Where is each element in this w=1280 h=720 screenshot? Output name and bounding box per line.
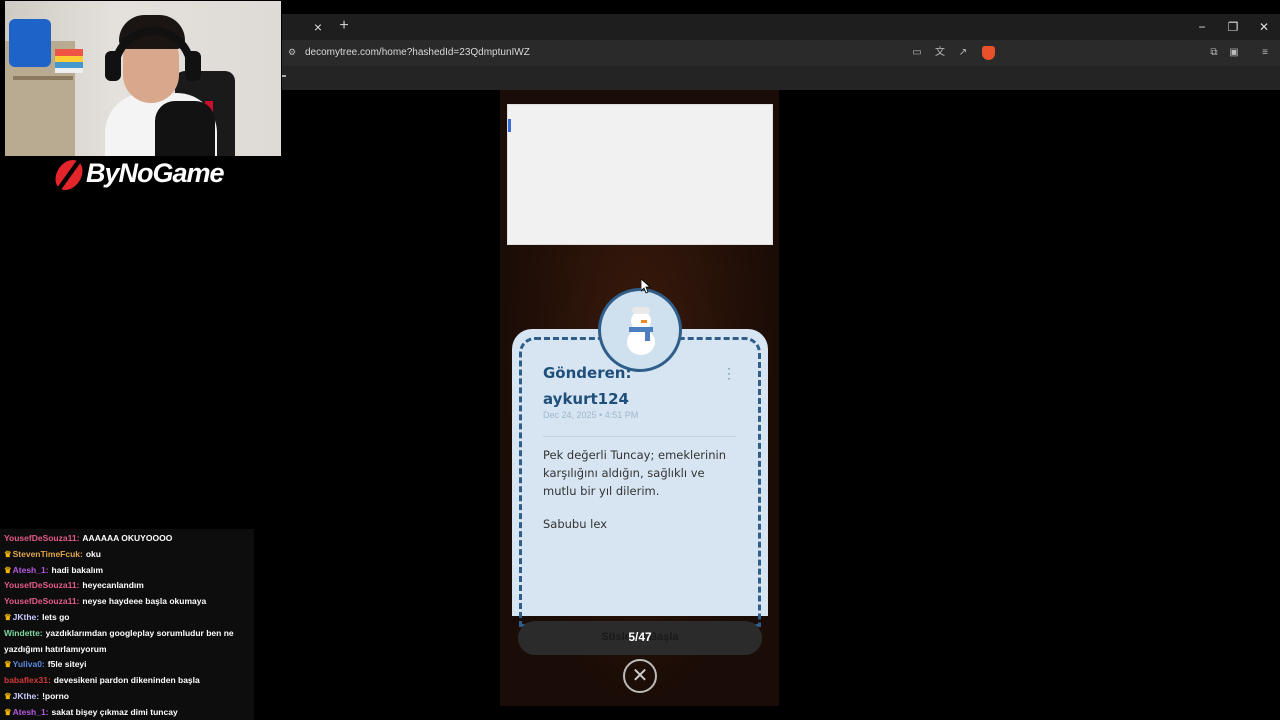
chat-username[interactable]: Atesh_1: xyxy=(13,707,49,717)
url-text[interactable]: decomytree.com/home?hashedId=23QdmptunIW… xyxy=(305,47,530,58)
mouse-pointer-icon xyxy=(641,279,652,294)
chat-username[interactable]: StevenTimeFcuk: xyxy=(13,549,83,559)
webcam-books xyxy=(55,49,83,73)
chat-text: heyecanlandım xyxy=(82,580,144,591)
chat-username[interactable]: YousefDeSouza11: xyxy=(4,533,79,543)
new-tab-icon[interactable]: + xyxy=(336,18,352,34)
chat-message: babaflex31: devesikeni pardon dikeninden … xyxy=(4,673,250,689)
crown-badge-icon: ♛ xyxy=(4,706,12,717)
snowman-hat xyxy=(632,307,650,314)
chat-text: !porno xyxy=(42,690,69,701)
text-caret xyxy=(508,119,511,132)
webcam-water-jug xyxy=(9,19,51,67)
crown-badge-icon: ♛ xyxy=(4,659,12,670)
wallet-icon[interactable]: ▣ xyxy=(1227,46,1241,60)
chat-text: oku xyxy=(85,548,101,559)
chat-message: ♛JKthe: !porno xyxy=(4,689,250,705)
chat-message: YousefDeSouza11: AAAAAA OKUYOOOO xyxy=(4,531,250,547)
brave-shields-icon[interactable] xyxy=(982,46,995,60)
message-counter: 5/47 xyxy=(628,630,652,644)
chat-text: hadi bakalım xyxy=(51,564,104,575)
chat-message: Windette: yazdıklarımdan googleplay sorum… xyxy=(4,626,250,658)
minimize-icon[interactable]: − xyxy=(1192,18,1212,36)
chat-text: lets go xyxy=(42,611,70,622)
chat-username[interactable]: Atesh_1: xyxy=(13,565,49,575)
bookmarks-bar xyxy=(282,66,1280,90)
close-tab-icon[interactable]: × xyxy=(310,19,326,35)
sender-label: Gönderen: xyxy=(543,364,632,382)
chat-username[interactable]: Yuliva0: xyxy=(13,659,45,669)
chat-text: f5le siteyi xyxy=(47,659,87,670)
crown-badge-icon: ♛ xyxy=(4,548,12,559)
chat-text: neyse haydeee başla okumaya xyxy=(82,596,207,607)
chat-username[interactable]: JKthe: xyxy=(13,612,39,622)
cast-icon[interactable]: ▭ xyxy=(910,46,924,60)
site-settings-icon[interactable]: ⚙ xyxy=(288,47,298,57)
close-icon[interactable]: ✕ xyxy=(623,659,657,693)
chat-text: devesikeni pardon dikeninden başla xyxy=(53,675,200,686)
restore-icon[interactable]: ❐ xyxy=(1223,18,1243,36)
chat-username[interactable]: YousefDeSouza11: xyxy=(4,580,79,590)
chat-message: ♛JKthe: lets go xyxy=(4,610,250,626)
chat-message: ♛StevenTimeFcuk: oku xyxy=(4,547,250,563)
chat-message: YousefDeSouza11: neyse haydeee başla okum… xyxy=(4,594,250,610)
extensions-icon[interactable]: ⧉ xyxy=(1207,46,1221,60)
brand-mark-icon xyxy=(52,160,86,192)
chat-text: AAAAAA OKUYOOOO xyxy=(82,533,173,543)
translate-icon[interactable]: 文 xyxy=(933,46,947,60)
menu-icon[interactable]: ≡ xyxy=(1258,46,1272,60)
stream-frame: × + − ❐ ✕ ⚙ decomytree.com/home?hashedId… xyxy=(0,0,1280,720)
chat-message: ♛Yuliva0: f5le siteyi xyxy=(4,657,250,673)
webcam-feed xyxy=(5,1,281,156)
headphone-cup-left xyxy=(105,51,121,81)
webcam-jacket xyxy=(155,101,215,156)
chat-message: ♛Atesh_1: hadi bakalım xyxy=(4,563,250,579)
chat-message: YousefDeSouza11: heyecanlandım xyxy=(4,578,250,594)
snowman-icon xyxy=(627,329,655,355)
snowman-avatar xyxy=(598,288,682,372)
webcam-shelf-board xyxy=(13,76,73,80)
message-date: Dec 24, 2025 • 4:51 PM xyxy=(543,410,639,420)
crown-badge-icon: ♛ xyxy=(4,611,12,622)
chat-message: ♛Atesh_1: sakat bişey çıkmaz dimi tuncay xyxy=(4,705,250,720)
browser-tab-bar: × + − ❐ ✕ xyxy=(282,14,1280,40)
sender-name: aykurt124 xyxy=(543,390,629,408)
headphone-cup-right xyxy=(185,51,201,81)
chat-username[interactable]: YousefDeSouza11: xyxy=(4,596,79,606)
message-body: Pek değerli Tuncay; emeklerinin karşılığ… xyxy=(543,448,726,498)
chat-text: sakat bişey çıkmaz dimi tuncay xyxy=(51,706,178,717)
chat-username[interactable]: Windette: xyxy=(4,628,43,638)
crown-badge-icon: ♛ xyxy=(4,690,12,701)
message-signature: Sabubu lex xyxy=(543,517,608,531)
bookmark-item[interactable] xyxy=(282,75,286,77)
stream-chat: YousefDeSouza11: AAAAAA OKUYOOOO ♛StevenTi… xyxy=(0,529,254,720)
share-icon[interactable]: ↗ xyxy=(956,46,970,60)
address-bar: ⚙ decomytree.com/home?hashedId=23Qdmptun… xyxy=(282,40,1280,66)
more-options-icon[interactable]: ⋮ xyxy=(722,364,736,382)
crown-badge-icon: ♛ xyxy=(4,564,12,575)
ad-banner[interactable] xyxy=(507,104,773,245)
brand-logo: ByNoGame xyxy=(52,158,236,192)
snowman-nose xyxy=(641,320,647,323)
chat-username[interactable]: JKthe: xyxy=(13,691,39,701)
snowman-scarf-tail xyxy=(645,329,650,341)
close-window-icon[interactable]: ✕ xyxy=(1254,18,1274,36)
brand-text: ByNoGame xyxy=(86,158,225,188)
chat-username[interactable]: babaflex31: xyxy=(4,675,51,685)
card-divider xyxy=(543,436,736,437)
